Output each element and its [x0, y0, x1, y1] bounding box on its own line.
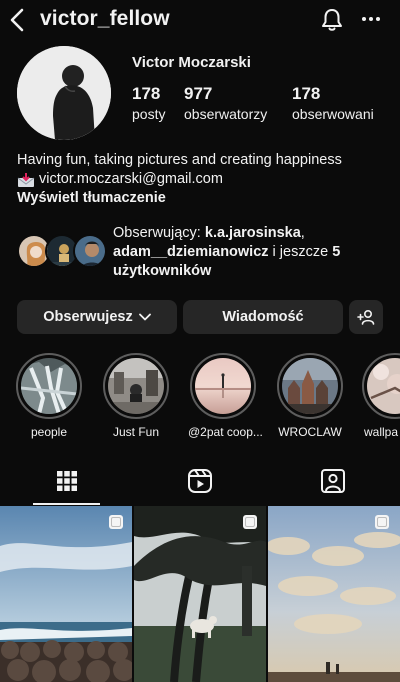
multiple-photos-icon	[243, 515, 257, 529]
mutual-followers[interactable]: Obserwujący: k.a.jarosinska, adam__dziem…	[17, 224, 387, 282]
profile-username: victor_fellow	[40, 7, 170, 30]
profile-avatar[interactable]	[17, 46, 111, 140]
suggested-users-button[interactable]	[349, 300, 383, 334]
bio-email[interactable]: victor.moczarski@gmail.com	[39, 170, 223, 189]
stat-posts-label: posty	[132, 106, 166, 122]
multiple-photos-icon	[375, 515, 389, 529]
profile-content-tabs	[0, 458, 400, 506]
highlight-label: wallpa	[364, 425, 399, 439]
highlight-ring	[103, 353, 169, 419]
more-horizontal-icon[interactable]	[360, 12, 382, 26]
reels-icon[interactable]	[185, 466, 215, 496]
highlight-label: @2pat coop...	[188, 425, 263, 439]
bio-email-line: victor.moczarski@gmail.com	[17, 170, 387, 189]
incoming-envelope-emoji-icon	[17, 172, 35, 187]
highlight-ring	[362, 353, 400, 419]
highlight-label: people	[30, 425, 68, 439]
stat-posts-value: 178	[132, 84, 161, 103]
stat-followers-label: obserwatorzy	[184, 106, 268, 122]
highlight-2pat-coop[interactable]: @2pat coop...	[188, 353, 263, 439]
stat-following[interactable]: 178 obserwowani	[292, 84, 374, 122]
highlight-ring	[277, 353, 343, 419]
highlight-ring	[190, 353, 256, 419]
grid-icon[interactable]	[52, 466, 82, 496]
mutual-follower-avatar	[73, 234, 107, 268]
highlight-label: Just Fun	[112, 425, 160, 439]
multiple-photos-icon	[109, 515, 123, 529]
mutual-followers-prefix: Obserwujący:	[113, 225, 205, 241]
mutual-follower-name[interactable]: k.a.jarosinska	[205, 225, 301, 241]
profile-full-name: Victor Moczarski	[132, 54, 251, 71]
highlight-just-fun[interactable]: Just Fun	[101, 353, 171, 439]
following-button[interactable]: Obserwujesz	[17, 300, 177, 334]
stat-followers-value: 977	[184, 84, 213, 103]
highlight-label: WROCLAW	[278, 425, 342, 439]
following-button-label: Obserwujesz	[43, 309, 133, 325]
top-bar: victor_fellow	[0, 0, 400, 44]
post-thumbnail[interactable]	[134, 506, 266, 682]
mutual-followers-separator: ,	[300, 225, 305, 241]
bell-icon[interactable]	[320, 7, 344, 33]
post-thumbnail[interactable]	[0, 506, 132, 682]
highlight-ring	[16, 353, 82, 419]
stat-posts[interactable]: 178 posty	[132, 84, 165, 122]
mutual-follower-name[interactable]: adam__dziemianowicz	[113, 244, 269, 260]
mutual-followers-connector: i jeszcze	[268, 244, 333, 260]
bio-line: Having fun, taking pictures and creating…	[17, 152, 342, 168]
post-thumbnail[interactable]	[268, 506, 400, 682]
stat-following-label: obserwowani	[292, 106, 374, 122]
chevron-down-icon	[138, 313, 151, 321]
message-button-label: Wiadomość	[222, 309, 304, 325]
stat-following-value: 178	[292, 84, 321, 103]
mutual-followers-text: Obserwujący: k.a.jarosinska, adam__dziem…	[113, 224, 383, 281]
translate-link[interactable]: Wyświetl tłumaczenie	[17, 189, 387, 208]
profile-bio: Having fun, taking pictures and creating…	[17, 151, 387, 208]
message-button[interactable]: Wiadomość	[183, 300, 343, 334]
add-person-icon	[357, 309, 375, 325]
chevron-left-icon[interactable]	[8, 7, 26, 33]
highlight-wallpa[interactable]: wallpa	[362, 353, 400, 439]
highlight-wroclaw[interactable]: WROCLAW	[275, 353, 345, 439]
stat-followers[interactable]: 977 obserwatorzy	[184, 84, 267, 122]
tagged-person-icon[interactable]	[318, 466, 348, 496]
highlight-people[interactable]: people	[14, 353, 84, 439]
active-tab-indicator	[33, 503, 100, 505]
